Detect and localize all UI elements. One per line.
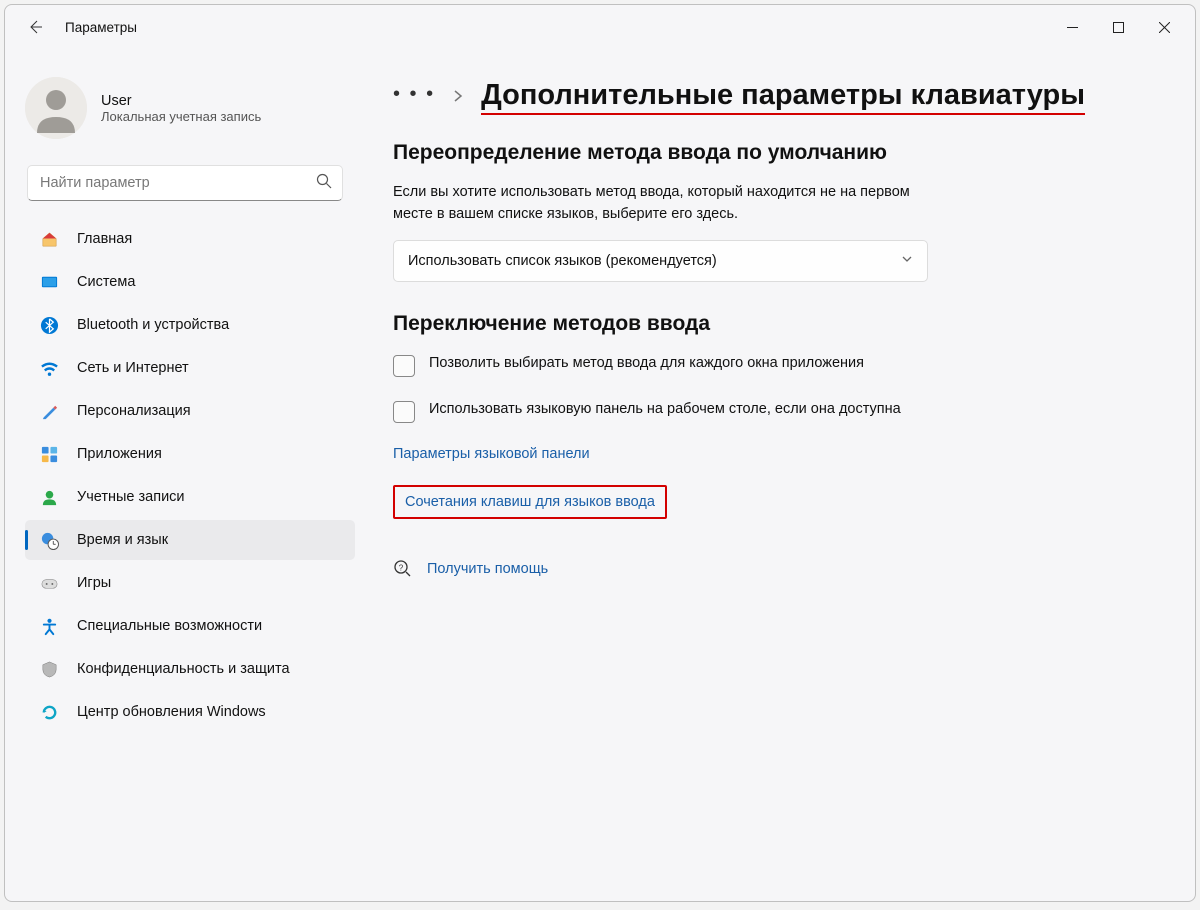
maximize-icon — [1113, 22, 1124, 33]
user-block[interactable]: User Локальная учетная запись — [9, 59, 359, 157]
privacy-icon — [39, 659, 59, 679]
settings-window: Параметры — [4, 4, 1196, 902]
apps-icon — [39, 444, 59, 464]
section-default-input-method: Переопределение метода ввода по умолчани… — [393, 139, 1155, 282]
nav-system[interactable]: Система — [25, 262, 355, 302]
nav-label: Приложения — [77, 446, 162, 462]
nav-personalization[interactable]: Персонализация — [25, 391, 355, 431]
breadcrumb-more[interactable]: • • • — [393, 83, 435, 112]
nav-bluetooth[interactable]: Bluetooth и устройства — [25, 305, 355, 345]
nav-time-language[interactable]: Время и язык — [25, 520, 355, 560]
help-link[interactable]: Получить помощь — [427, 561, 548, 577]
nav-label: Сеть и Интернет — [77, 360, 189, 376]
time-language-icon — [39, 530, 59, 550]
default-input-method-dropdown[interactable]: Использовать список языков (рекомендуетс… — [393, 240, 928, 282]
nav: Главная Система Bluetooth и устройства — [9, 219, 359, 732]
user-text: User Локальная учетная запись — [101, 93, 261, 124]
link-input-language-hotkeys[interactable]: Сочетания клавиш для языков ввода — [393, 485, 667, 519]
section-heading: Переключение методов ввода — [393, 310, 1155, 337]
nav-accessibility[interactable]: Специальные возможности — [25, 606, 355, 646]
search-box[interactable] — [27, 165, 343, 201]
nav-home[interactable]: Главная — [25, 219, 355, 259]
section-description: Если вы хотите использовать метод ввода,… — [393, 182, 933, 226]
section-heading: Переопределение метода ввода по умолчани… — [393, 139, 1155, 166]
nav-label: Персонализация — [77, 403, 191, 419]
system-icon — [39, 272, 59, 292]
page-title: Дополнительные параметры клавиатуры — [481, 79, 1085, 115]
checkbox-row-langbar-desktop[interactable]: Использовать языковую панель на рабочем … — [393, 399, 933, 423]
user-account-type: Локальная учетная запись — [101, 109, 261, 124]
nav-label: Специальные возможности — [77, 618, 262, 634]
accessibility-icon — [39, 616, 59, 636]
minimize-icon — [1067, 22, 1078, 33]
nav-gaming[interactable]: Игры — [25, 563, 355, 603]
nav-label: Система — [77, 274, 135, 290]
update-icon — [39, 702, 59, 722]
search-input[interactable] — [40, 175, 316, 191]
nav-privacy[interactable]: Конфиденциальность и защита — [25, 649, 355, 689]
svg-text:?: ? — [399, 564, 404, 573]
checkbox-label: Использовать языковую панель на рабочем … — [429, 399, 901, 420]
minimize-button[interactable] — [1049, 11, 1095, 43]
link-language-bar-options[interactable]: Параметры языковой панели — [393, 446, 590, 462]
avatar-icon — [25, 77, 87, 139]
window-controls — [1049, 11, 1187, 43]
nav-network[interactable]: Сеть и Интернет — [25, 348, 355, 388]
body: User Локальная учетная запись Главная — [5, 49, 1195, 901]
nav-apps[interactable]: Приложения — [25, 434, 355, 474]
nav-label: Время и язык — [77, 532, 168, 548]
checkbox-label: Позволить выбирать метод ввода для каждо… — [429, 353, 864, 374]
chevron-down-icon — [901, 253, 913, 269]
nav-accounts[interactable]: Учетные записи — [25, 477, 355, 517]
section-switching-input-methods: Переключение методов ввода Позволить выб… — [393, 310, 1155, 519]
avatar — [25, 77, 87, 139]
nav-label: Учетные записи — [77, 489, 185, 505]
nav-label: Главная — [77, 231, 132, 247]
nav-update[interactable]: Центр обновления Windows — [25, 692, 355, 732]
search-icon — [316, 173, 332, 194]
chevron-right-icon — [453, 87, 463, 108]
main-content: • • • Дополнительные параметры клавиатур… — [363, 49, 1195, 901]
window-title: Параметры — [65, 20, 137, 35]
nav-label: Центр обновления Windows — [77, 704, 266, 720]
arrow-left-icon — [27, 19, 43, 35]
network-icon — [39, 358, 59, 378]
nav-label: Игры — [77, 575, 111, 591]
checkbox-per-window[interactable] — [393, 355, 415, 377]
help-icon: ? — [393, 559, 413, 579]
personalization-icon — [39, 401, 59, 421]
checkbox-langbar-desktop[interactable] — [393, 401, 415, 423]
user-name: User — [101, 93, 261, 109]
accounts-icon — [39, 487, 59, 507]
back-button[interactable] — [21, 19, 49, 35]
sidebar: User Локальная учетная запись Главная — [5, 49, 363, 901]
checkbox-row-per-window[interactable]: Позволить выбирать метод ввода для каждо… — [393, 353, 933, 377]
dropdown-value: Использовать список языков (рекомендуетс… — [408, 253, 717, 269]
close-button[interactable] — [1141, 11, 1187, 43]
help-row[interactable]: ? Получить помощь — [393, 559, 1155, 579]
home-icon — [39, 229, 59, 249]
gaming-icon — [39, 573, 59, 593]
bluetooth-icon — [39, 315, 59, 335]
nav-label: Bluetooth и устройства — [77, 317, 229, 333]
titlebar: Параметры — [5, 5, 1195, 49]
close-icon — [1159, 22, 1170, 33]
breadcrumb: • • • Дополнительные параметры клавиатур… — [393, 79, 1155, 115]
nav-label: Конфиденциальность и защита — [77, 661, 290, 677]
maximize-button[interactable] — [1095, 11, 1141, 43]
